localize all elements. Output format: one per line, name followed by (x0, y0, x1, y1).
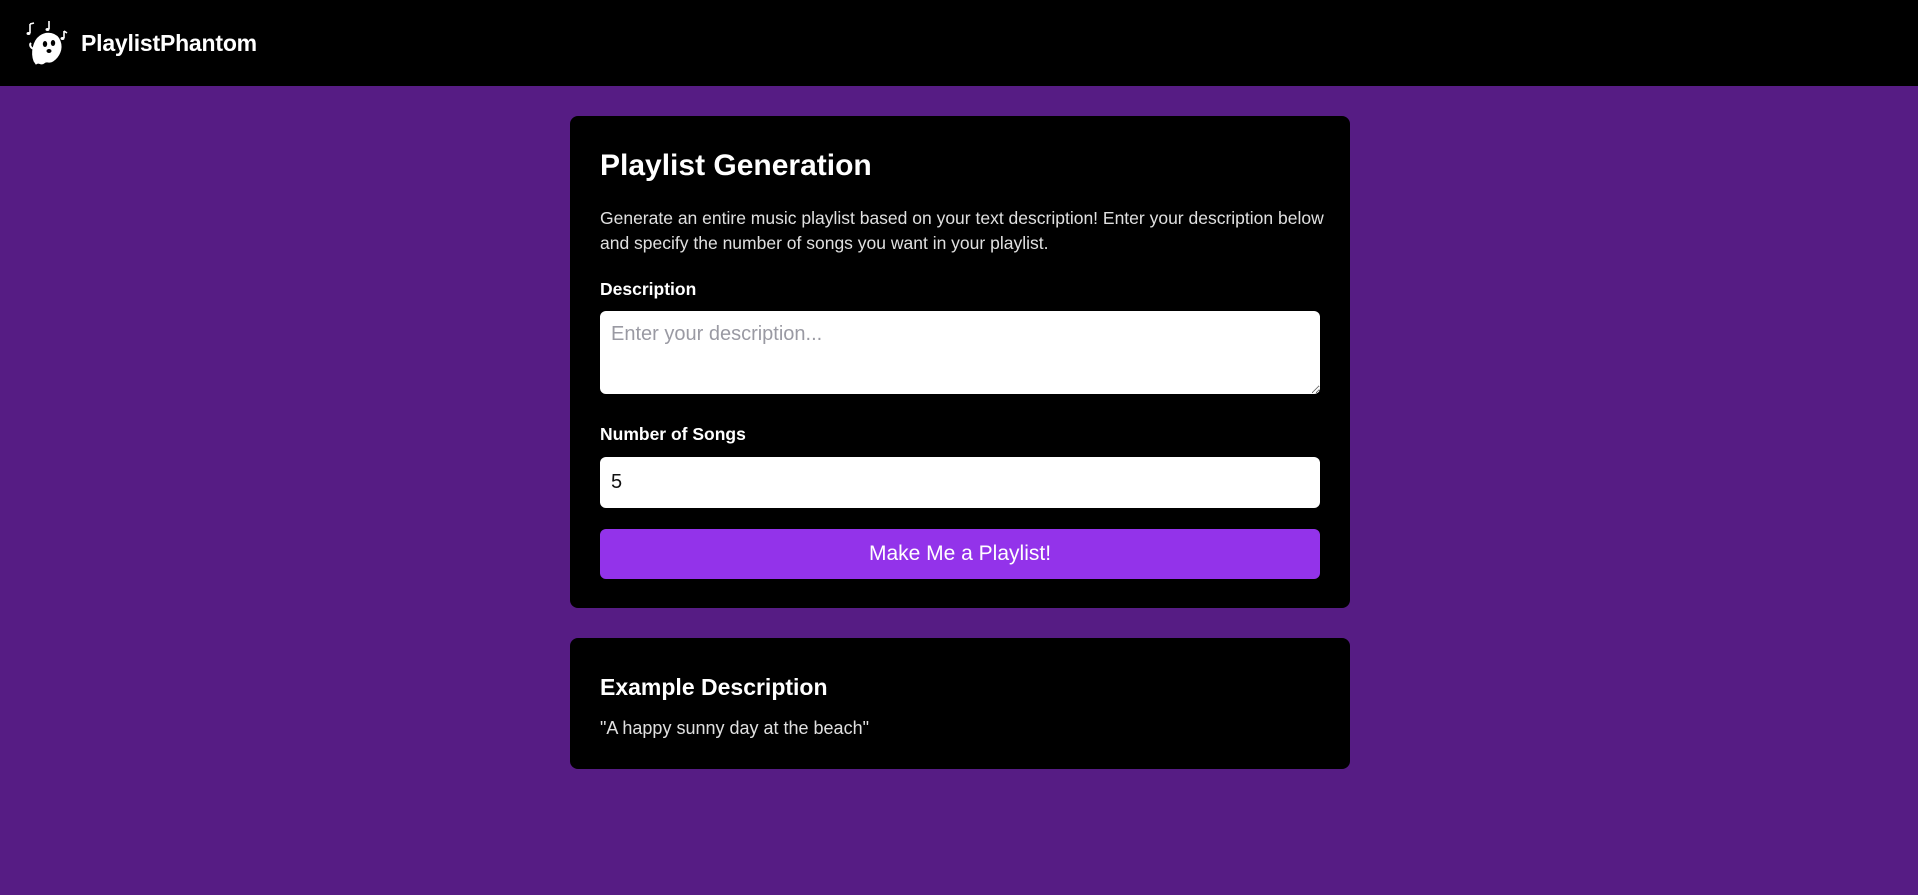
make-playlist-button[interactable]: Make Me a Playlist! (600, 529, 1320, 579)
example-text: "A happy sunny day at the beach" (600, 718, 869, 738)
page-title: Playlist Generation (600, 149, 872, 182)
top-navbar: PlaylistPhantom (0, 0, 1918, 86)
brand-link[interactable]: PlaylistPhantom (25, 19, 257, 67)
ghost-music-icon (26, 21, 68, 65)
playlist-generation-card: Playlist Generation Generate an entire m… (570, 116, 1350, 608)
example-description-card: Example Description "A happy sunny day a… (570, 638, 1350, 769)
brand-name: PlaylistPhantom (81, 29, 257, 56)
intro-text: Generate an entire music playlist based … (600, 208, 1324, 253)
number-of-songs-label: Number of Songs (600, 424, 746, 444)
description-input[interactable] (600, 311, 1320, 394)
description-label: Description (600, 279, 697, 299)
number-of-songs-input[interactable] (600, 457, 1320, 508)
example-title: Example Description (600, 674, 828, 700)
